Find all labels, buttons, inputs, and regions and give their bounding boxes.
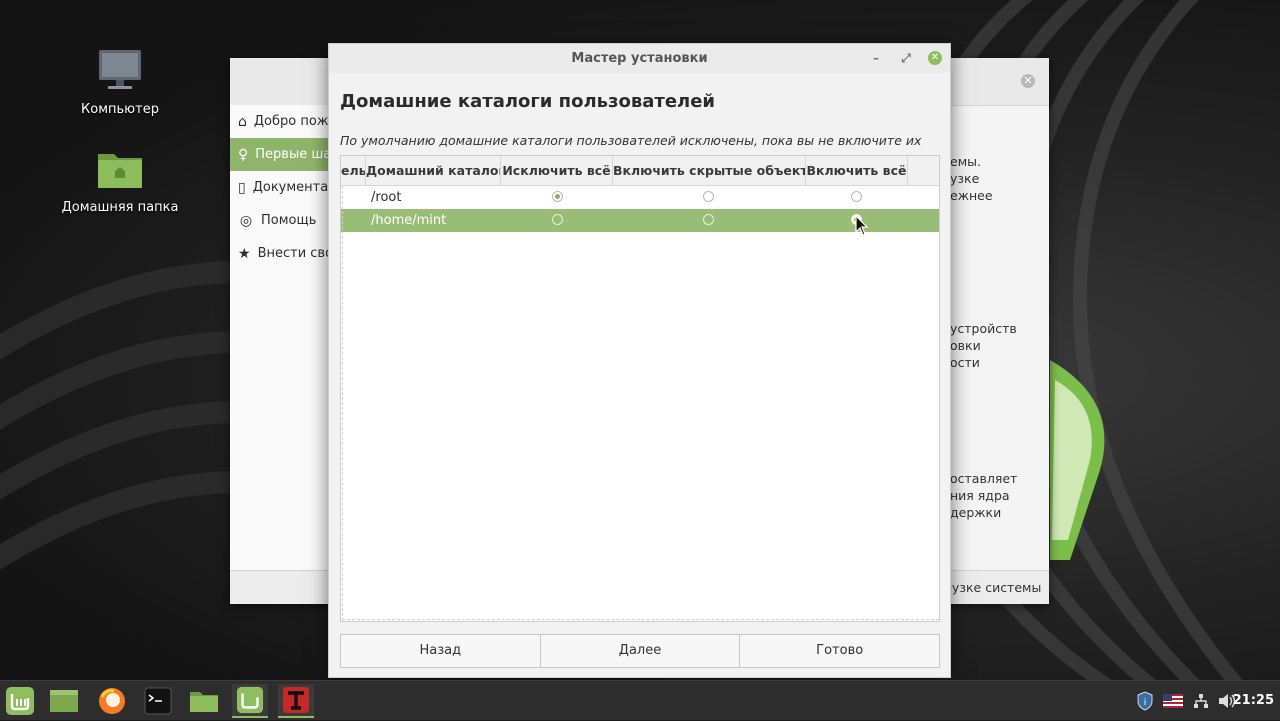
home-icon: ⌂ xyxy=(238,113,247,130)
taskbar-files[interactable] xyxy=(186,684,222,718)
exclude-all-radio[interactable] xyxy=(552,191,563,202)
sidebar-item-label: Первые шаги xyxy=(255,147,330,162)
computer-icon xyxy=(99,50,141,89)
tray-network[interactable] xyxy=(1190,681,1212,721)
terminal-icon xyxy=(144,687,172,715)
welcome-text: емы. xyxy=(950,154,981,169)
dialog-title: Мастер установки xyxy=(571,51,708,66)
welcome-text: ежнее xyxy=(950,188,993,203)
taskbar-firefox[interactable] xyxy=(94,684,130,718)
taskbar-clock[interactable]: 21:25 xyxy=(1233,681,1274,721)
taskbar-show-desktop[interactable] xyxy=(46,684,82,718)
column-header-home-dir[interactable]: Домашний каталог xyxy=(366,156,501,185)
welcome-text: держки xyxy=(950,505,1002,520)
welcome-text: ости xyxy=(950,355,980,370)
exclude-all-radio[interactable] xyxy=(552,214,563,225)
taskbar-terminal[interactable] xyxy=(140,684,176,718)
table-header: ель Домашний каталог Исключить всё Включ… xyxy=(341,156,939,186)
network-icon xyxy=(1194,694,1208,708)
page-subtitle: По умолчанию домашние каталоги пользоват… xyxy=(340,133,922,148)
column-header-exclude-all[interactable]: Исключить всё xyxy=(501,156,613,185)
minimize-icon[interactable]: – xyxy=(869,51,883,65)
welcome-text: узке xyxy=(950,171,980,186)
mouse-cursor-icon xyxy=(855,215,869,236)
timeshift-icon xyxy=(283,687,309,713)
desktop-icon-label: Домашняя папка xyxy=(61,200,179,215)
finish-button[interactable]: Готово xyxy=(740,634,941,668)
welcome-sidebar: ⌂ Добро пожаловать ♀ Первые шаги ▯ Докум… xyxy=(230,105,330,570)
mint-logo-icon xyxy=(6,687,34,715)
setup-wizard-dialog: Мастер установки – ⤢ ✕ Домашние каталоги… xyxy=(328,43,951,678)
column-header-include-all[interactable]: Включить всё xyxy=(806,156,908,185)
lifebuoy-icon: ◎ xyxy=(239,212,253,229)
desktop-icon-label: Компьютер xyxy=(81,102,159,117)
home-dir-path: /root xyxy=(371,190,402,205)
taskbar-timeshift[interactable] xyxy=(278,684,314,718)
home-dirs-table: ель Домашний каталог Исключить всё Включ… xyxy=(340,155,940,622)
column-header-user[interactable]: ель xyxy=(341,156,366,185)
svg-text:i: i xyxy=(1144,698,1147,708)
sidebar-item-label: Добро пожаловать xyxy=(253,114,330,129)
dialog-titlebar: Мастер установки – ⤢ ✕ xyxy=(329,44,950,73)
menu-button[interactable] xyxy=(2,684,38,718)
page-heading: Домашние каталоги пользователей xyxy=(340,91,716,112)
sidebar-item-help[interactable]: ◎ Помощь xyxy=(230,204,330,237)
home-folder-icon xyxy=(98,154,142,188)
table-row[interactable]: /root xyxy=(341,186,939,209)
us-flag-icon xyxy=(1163,694,1183,708)
welcome-text: овки xyxy=(950,338,981,353)
shield-icon: i xyxy=(1137,691,1153,711)
close-icon[interactable]: ✕ xyxy=(1021,74,1035,88)
firefox-icon xyxy=(99,688,125,714)
sidebar-item-label: Внести свой вклад xyxy=(257,246,330,261)
desktop-icon-home-folder[interactable]: Домашняя папка xyxy=(60,148,180,215)
welcome-text: ния ядра xyxy=(950,488,1010,503)
include-all-radio[interactable] xyxy=(851,191,862,202)
show-desktop-icon xyxy=(50,690,78,712)
column-header-include-hidden[interactable]: Включить скрытые объекты xyxy=(613,156,806,185)
sidebar-item-label: Документация xyxy=(252,180,330,195)
star-icon: ★ xyxy=(238,245,251,262)
taskbar: i 21:25 xyxy=(0,680,1280,720)
tray-keyboard-layout[interactable] xyxy=(1162,681,1184,721)
welcome-text: оставляет xyxy=(950,471,1018,486)
table-row[interactable]: /home/mint xyxy=(341,209,939,232)
sidebar-item-contribute[interactable]: ★ Внести свой вклад xyxy=(230,237,330,270)
maximize-icon[interactable]: ⤢ xyxy=(899,51,913,65)
folder-icon xyxy=(190,692,218,712)
desktop-icon-computer[interactable]: Компьютер xyxy=(60,48,180,117)
book-icon: ▯ xyxy=(238,179,246,196)
tray-shield[interactable]: i xyxy=(1134,681,1156,721)
close-icon[interactable]: ✕ xyxy=(928,51,942,65)
sidebar-item-label: Помощь xyxy=(261,213,317,228)
startup-checkbox-label[interactable]: рузке системы xyxy=(944,579,1041,596)
mint-logo-icon xyxy=(236,686,264,714)
taskbar-welcome-app[interactable] xyxy=(232,684,268,718)
include-hidden-radio[interactable] xyxy=(703,191,714,202)
wizard-buttons: Назад Далее Готово xyxy=(340,634,941,668)
home-dir-path: /home/mint xyxy=(371,213,447,228)
sidebar-item-documentation[interactable]: ▯ Документация xyxy=(230,171,330,204)
include-hidden-radio[interactable] xyxy=(703,214,714,225)
next-button[interactable]: Далее xyxy=(540,634,741,668)
table-divider xyxy=(342,619,939,620)
table-divider xyxy=(342,186,343,621)
sidebar-item-first-steps[interactable]: ♀ Первые шаги xyxy=(230,138,330,171)
bulb-icon: ♀ xyxy=(238,146,249,163)
sidebar-item-welcome[interactable]: ⌂ Добро пожаловать xyxy=(230,105,330,138)
back-button[interactable]: Назад xyxy=(340,634,541,668)
welcome-text: устройств xyxy=(950,321,1017,336)
